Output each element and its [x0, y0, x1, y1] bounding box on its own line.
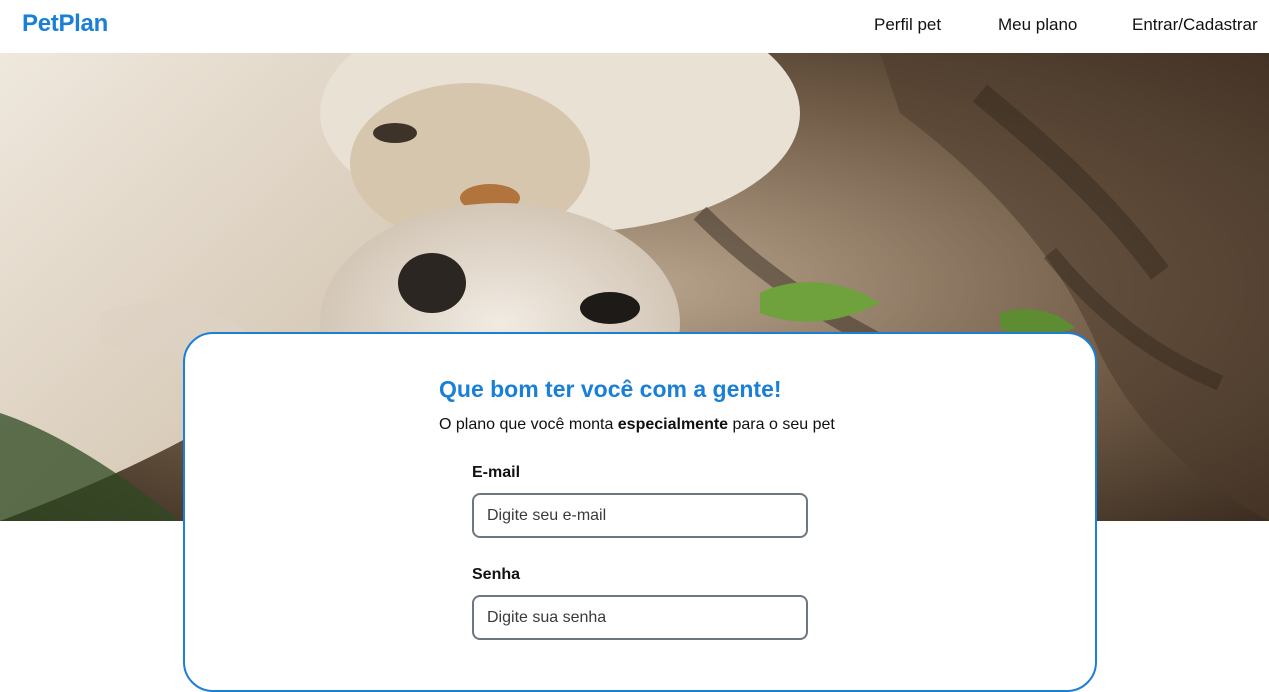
email-field[interactable]	[472, 493, 808, 538]
login-title: Que bom ter você com a gente!	[439, 376, 782, 402]
nav-meu-plano[interactable]: Meu plano	[998, 15, 1077, 35]
nav-perfil-pet[interactable]: Perfil pet	[874, 15, 941, 35]
login-card: Que bom ter você com a gente! O plano qu…	[183, 332, 1097, 692]
email-label: E-mail	[472, 464, 521, 481]
password-field[interactable]	[472, 595, 808, 640]
subtitle-text-bold: especialmente	[617, 416, 729, 433]
nav-entrar-cadastrar[interactable]: Entrar/Cadastrar	[1132, 15, 1258, 35]
logo[interactable]: PetPlan	[22, 10, 108, 38]
login-subtitle: O plano que você monta especialmente par…	[439, 416, 835, 434]
password-label: Senha	[472, 566, 521, 583]
subtitle-text-after: para o seu pet	[728, 416, 835, 433]
subtitle-text-before: O plano que você monta	[439, 416, 618, 433]
navbar: PetPlan Perfil pet Meu plano Entrar/Cada…	[0, 0, 1269, 53]
